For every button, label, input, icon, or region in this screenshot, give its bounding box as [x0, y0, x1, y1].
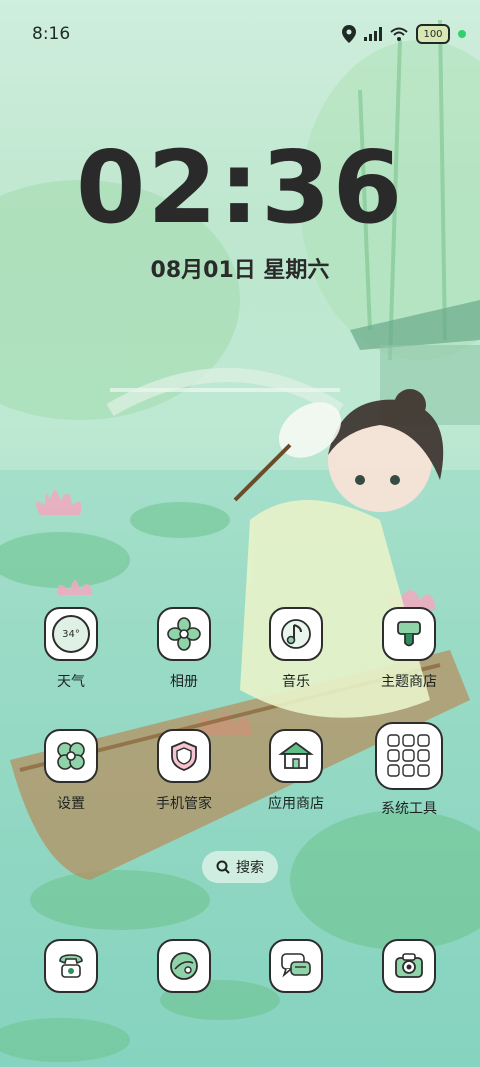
- dock-browser[interactable]: [139, 939, 229, 993]
- app-gallery[interactable]: 相册: [139, 607, 229, 691]
- dock-camera[interactable]: [364, 939, 454, 993]
- privacy-dot-icon: [458, 30, 466, 38]
- battery-icon: 100: [416, 24, 450, 44]
- dock-messages[interactable]: [251, 939, 341, 993]
- search-icon: [216, 860, 230, 874]
- app-label: 设置: [57, 796, 85, 812]
- app-label: 手机管家: [156, 796, 212, 812]
- weather-icon: 34°: [44, 607, 98, 661]
- search-button[interactable]: 搜索: [202, 851, 278, 883]
- browser-icon: [157, 939, 211, 993]
- app-label: 系统工具: [381, 801, 437, 817]
- app-label: 天气: [57, 674, 85, 690]
- app-weather[interactable]: 34° 天气: [26, 607, 116, 691]
- gallery-icon: [157, 607, 211, 661]
- search-label: 搜索: [236, 860, 264, 876]
- signal-icon: [364, 27, 382, 41]
- camera-icon: [382, 939, 436, 993]
- location-icon: [342, 25, 356, 43]
- app-theme-store[interactable]: 主题商店: [364, 607, 454, 691]
- app-app-store[interactable]: 应用商店: [251, 729, 341, 813]
- lock-clock: 02:36: [75, 129, 405, 246]
- app-settings[interactable]: 设置: [26, 729, 116, 813]
- messages-icon: [269, 939, 323, 993]
- status-time: 8:16: [32, 24, 71, 44]
- app-label: 音乐: [282, 674, 310, 690]
- app-label: 应用商店: [268, 796, 324, 812]
- settings-icon: [44, 729, 98, 783]
- system-tools-folder-icon: [375, 722, 443, 790]
- phone-icon: [44, 939, 98, 993]
- app-label: 主题商店: [381, 674, 437, 690]
- app-music[interactable]: 音乐: [251, 607, 341, 691]
- wifi-icon: [390, 27, 408, 41]
- folder-system-tools[interactable]: 系统工具: [364, 722, 454, 818]
- status-bar: 8:16 100: [0, 0, 480, 66]
- phone-manager-icon: [157, 729, 211, 783]
- weather-temp: 34°: [52, 615, 90, 653]
- theme-store-icon: [382, 607, 436, 661]
- dock-phone[interactable]: [26, 939, 116, 993]
- app-phone-manager[interactable]: 手机管家: [139, 729, 229, 813]
- battery-level: 100: [423, 28, 443, 40]
- app-store-icon: [269, 729, 323, 783]
- music-icon: [269, 607, 323, 661]
- lock-date: 08月01日 星期六: [150, 258, 330, 283]
- app-label: 相册: [170, 674, 198, 690]
